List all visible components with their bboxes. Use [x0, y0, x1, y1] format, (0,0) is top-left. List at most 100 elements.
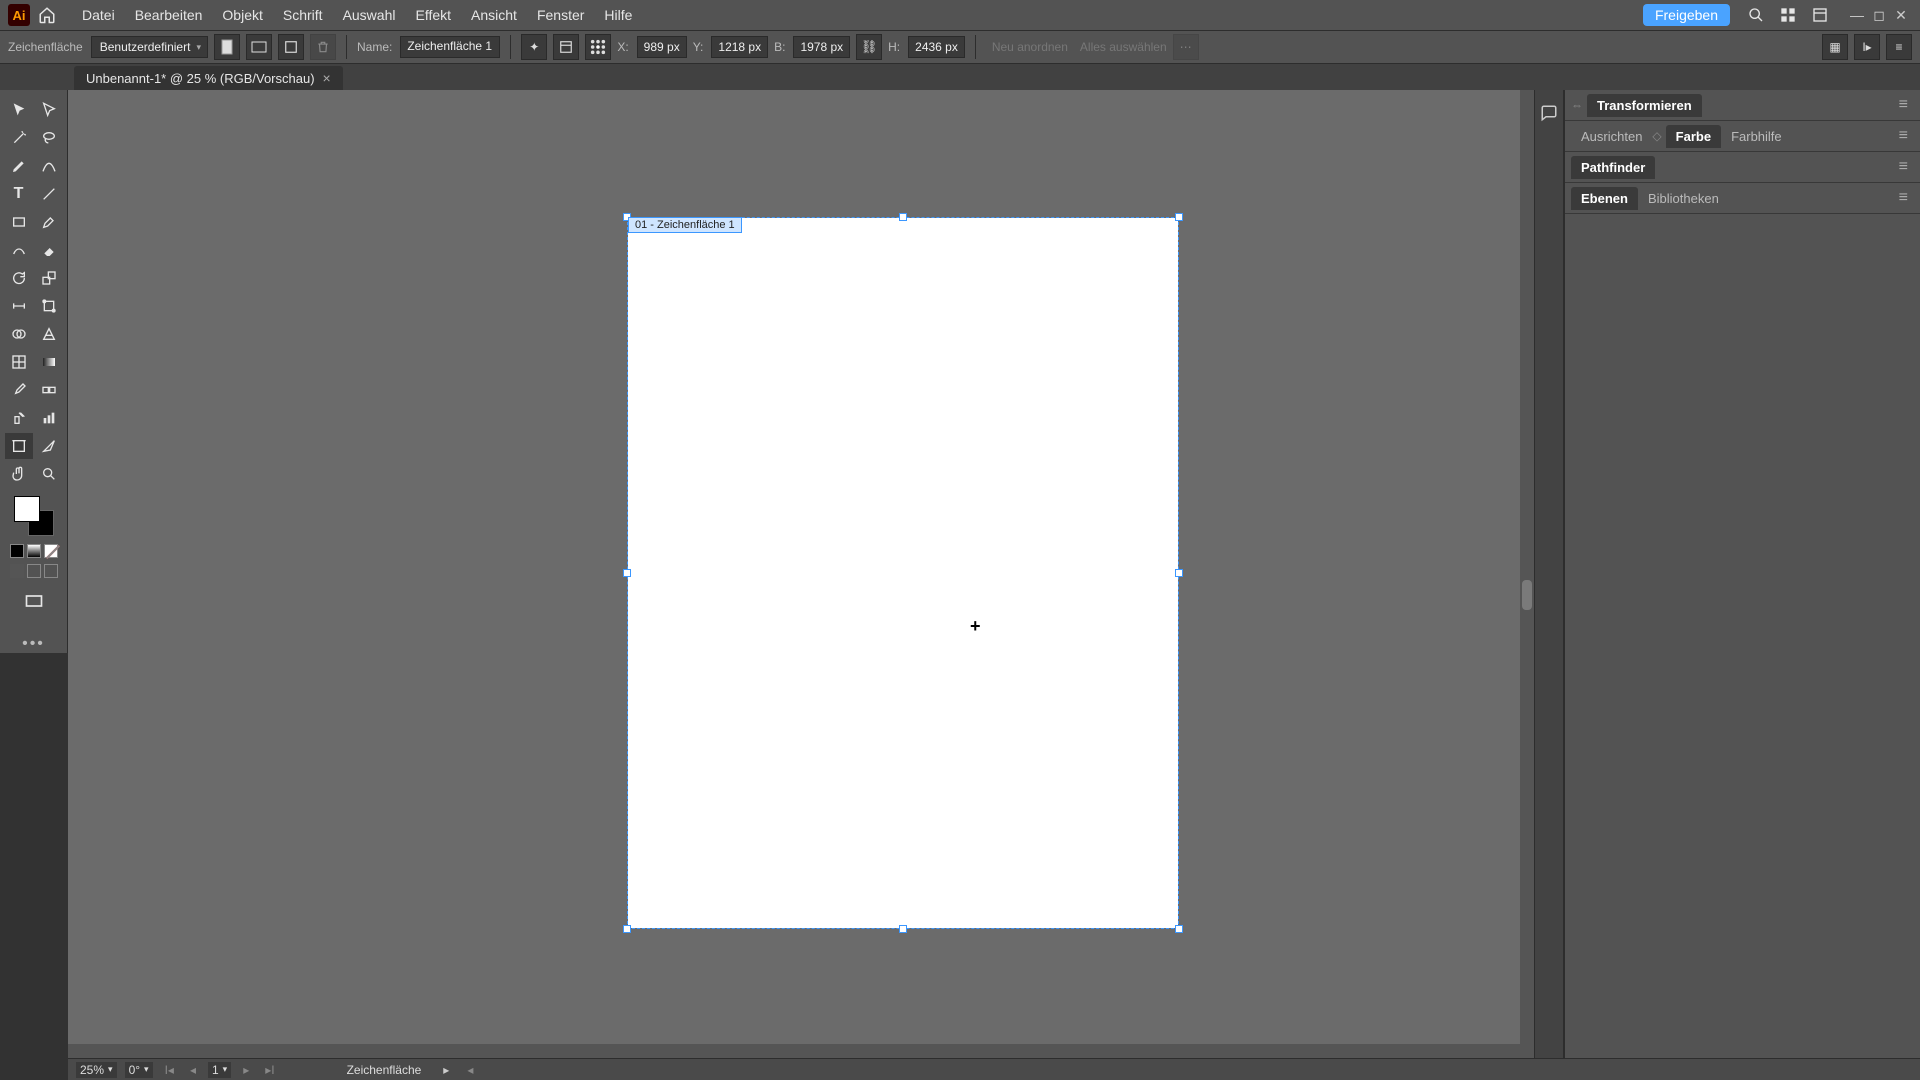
gradient-tool[interactable] [35, 349, 63, 375]
draw-mode-button[interactable] [20, 588, 48, 614]
menu-auswahl[interactable]: Auswahl [343, 7, 396, 23]
close-button[interactable]: ✕ [1890, 4, 1912, 26]
x-input[interactable]: 989 px [637, 36, 687, 58]
shaper-tool[interactable] [5, 237, 33, 263]
screen-mode-row[interactable] [10, 564, 58, 578]
reference-point-button[interactable] [585, 34, 611, 60]
rotate-dropdown[interactable]: 0° [125, 1062, 153, 1078]
pen-tool[interactable] [5, 153, 33, 179]
y-input[interactable]: 1218 px [711, 36, 768, 58]
panel-menu-icon[interactable]: ≡ [1893, 127, 1914, 145]
symbol-sprayer-tool[interactable] [5, 405, 33, 431]
direct-selection-tool[interactable] [35, 97, 63, 123]
artboard-tool[interactable] [5, 433, 33, 459]
type-tool[interactable]: T [5, 181, 33, 207]
arrange-window-icon[interactable] [1808, 3, 1832, 27]
arrange-grid-icon[interactable] [1776, 3, 1800, 27]
curvature-tool[interactable] [35, 153, 63, 179]
handle-sw[interactable] [623, 925, 631, 933]
free-transform-tool[interactable] [35, 293, 63, 319]
handle-w[interactable] [623, 569, 631, 577]
handle-ne[interactable] [1175, 213, 1183, 221]
orientation-portrait-button[interactable] [214, 34, 240, 60]
vertical-scroll-thumb[interactable] [1522, 580, 1532, 610]
lasso-tool[interactable] [35, 125, 63, 151]
menu-icon[interactable]: ≡ [1886, 34, 1912, 60]
status-scroll-left[interactable]: ◂ [463, 1063, 477, 1077]
orientation-landscape-button[interactable] [246, 34, 272, 60]
preferences-button[interactable]: I▸ [1854, 34, 1880, 60]
link-wh-button[interactable]: ⛓ [856, 34, 882, 60]
magic-wand-tool[interactable] [5, 125, 33, 151]
handle-se[interactable] [1175, 925, 1183, 933]
artboard-options-button[interactable] [553, 34, 579, 60]
edit-toolbar-button[interactable]: ••• [22, 635, 45, 653]
line-tool[interactable] [35, 181, 63, 207]
delete-artboard-button[interactable] [310, 34, 336, 60]
color-mode-row[interactable] [10, 544, 58, 558]
anchor-icon[interactable]: ◇ [1652, 129, 1661, 143]
move-with-artboard-button[interactable]: ✦ [521, 34, 547, 60]
horizontal-scrollbar[interactable] [68, 1044, 1534, 1058]
blend-tool[interactable] [35, 377, 63, 403]
rotate-tool[interactable] [5, 265, 33, 291]
h-input[interactable]: 2436 px [908, 36, 965, 58]
zoom-tool[interactable] [35, 461, 63, 487]
search-icon[interactable] [1744, 3, 1768, 27]
zoom-dropdown[interactable]: 25% [76, 1062, 117, 1078]
artboard-label[interactable]: 01 - Zeichenfläche 1 [628, 217, 742, 233]
document-tab[interactable]: Unbenannt-1* @ 25 % (RGB/Vorschau) × [74, 66, 343, 90]
panel-menu-icon[interactable]: ≡ [1893, 189, 1914, 207]
tab-farbe[interactable]: Farbe [1666, 125, 1721, 148]
mesh-tool[interactable] [5, 349, 33, 375]
new-artboard-button[interactable] [278, 34, 304, 60]
shape-builder-tool[interactable] [5, 321, 33, 347]
prev-artboard-button[interactable]: ◂ [186, 1063, 200, 1077]
tab-farbhilfe[interactable]: Farbhilfe [1721, 125, 1792, 148]
tab-bibliotheken[interactable]: Bibliotheken [1638, 187, 1729, 210]
menu-datei[interactable]: Datei [82, 7, 115, 23]
tab-ausrichten[interactable]: Ausrichten [1571, 125, 1652, 148]
artboard-name-input[interactable]: Zeichenfläche 1 [400, 36, 500, 58]
slice-tool[interactable] [35, 433, 63, 459]
selection-tool[interactable] [5, 97, 33, 123]
panel-menu-icon[interactable]: ≡ [1893, 158, 1914, 176]
width-tool[interactable] [5, 293, 33, 319]
menu-fenster[interactable]: Fenster [537, 7, 584, 23]
minimize-button[interactable]: — [1846, 4, 1868, 26]
panel-menu-icon[interactable]: ≡ [1893, 96, 1914, 114]
status-play-icon[interactable]: ▸ [443, 1063, 449, 1077]
hand-tool[interactable] [5, 461, 33, 487]
comments-icon[interactable] [1536, 100, 1562, 126]
handle-n[interactable] [899, 213, 907, 221]
rectangle-tool[interactable] [5, 209, 33, 235]
menu-hilfe[interactable]: Hilfe [604, 7, 632, 23]
menu-bearbeiten[interactable]: Bearbeiten [135, 7, 203, 23]
canvas-stage[interactable]: 01 - Zeichenfläche 1 + [68, 90, 1534, 1058]
vertical-scrollbar[interactable] [1520, 90, 1534, 1044]
graph-tool[interactable] [35, 405, 63, 431]
tab-transformieren[interactable]: Transformieren [1587, 94, 1702, 117]
anchor-icon[interactable]: ⇔ [1571, 98, 1583, 112]
tab-pathfinder[interactable]: Pathfinder [1571, 156, 1655, 179]
handle-e[interactable] [1175, 569, 1183, 577]
doc-setup-button[interactable]: ▦ [1822, 34, 1848, 60]
w-input[interactable]: 1978 px [793, 36, 850, 58]
last-artboard-button[interactable]: ▸I [261, 1063, 278, 1077]
eyedropper-tool[interactable] [5, 377, 33, 403]
eraser-tool[interactable] [35, 237, 63, 263]
paintbrush-tool[interactable] [35, 209, 63, 235]
first-artboard-button[interactable]: I◂ [161, 1063, 178, 1077]
tab-ebenen[interactable]: Ebenen [1571, 187, 1638, 210]
tab-close-icon[interactable]: × [323, 70, 331, 86]
menu-effekt[interactable]: Effekt [415, 7, 451, 23]
menu-schrift[interactable]: Schrift [283, 7, 323, 23]
menu-ansicht[interactable]: Ansicht [471, 7, 517, 23]
fill-stroke-swatch[interactable] [14, 496, 54, 536]
menu-objekt[interactable]: Objekt [222, 7, 262, 23]
next-artboard-button[interactable]: ▸ [239, 1063, 253, 1077]
perspective-tool[interactable] [35, 321, 63, 347]
artboard-number-dropdown[interactable]: 1 [208, 1062, 231, 1078]
maximize-button[interactable]: ◻ [1868, 4, 1890, 26]
home-button[interactable] [36, 4, 58, 26]
